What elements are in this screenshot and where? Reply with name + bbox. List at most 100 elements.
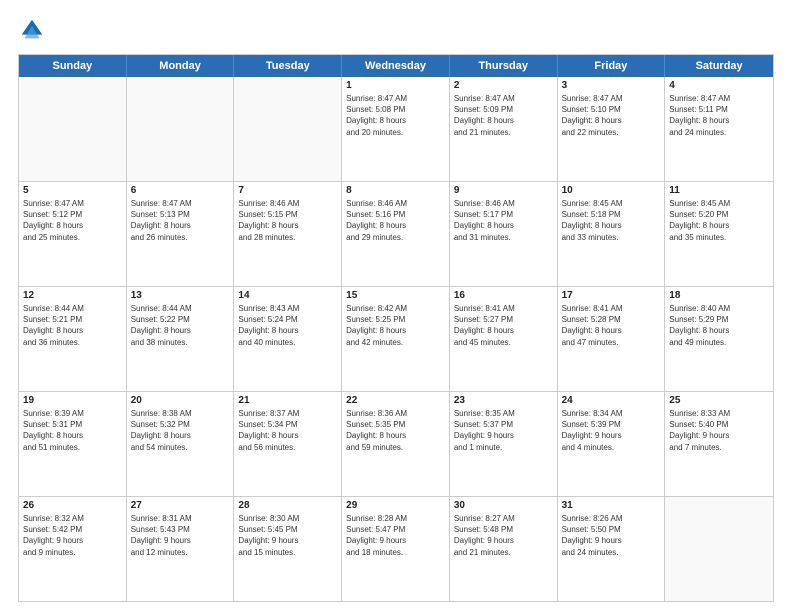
day-number: 29 (346, 500, 445, 511)
day-number: 4 (669, 80, 769, 91)
day-number: 12 (23, 290, 122, 301)
day-number: 9 (454, 185, 553, 196)
day-info: Sunrise: 8:39 AM Sunset: 5:31 PM Dayligh… (23, 408, 122, 453)
day-info: Sunrise: 8:47 AM Sunset: 5:11 PM Dayligh… (669, 93, 769, 138)
day-info: Sunrise: 8:26 AM Sunset: 5:50 PM Dayligh… (562, 513, 661, 558)
day-info: Sunrise: 8:28 AM Sunset: 5:47 PM Dayligh… (346, 513, 445, 558)
day-info: Sunrise: 8:38 AM Sunset: 5:32 PM Dayligh… (131, 408, 230, 453)
header-cell-wednesday: Wednesday (342, 55, 450, 77)
day-cell-6: 6 Sunrise: 8:47 AM Sunset: 5:13 PM Daylig… (127, 182, 235, 286)
day-number: 21 (238, 395, 337, 406)
day-cell-15: 15 Sunrise: 8:42 AM Sunset: 5:25 PM Dayli… (342, 287, 450, 391)
week-row-4: 26 Sunrise: 8:32 AM Sunset: 5:42 PM Dayli… (19, 497, 773, 601)
day-cell-1: 1 Sunrise: 8:47 AM Sunset: 5:08 PM Daylig… (342, 77, 450, 181)
day-number: 15 (346, 290, 445, 301)
day-info: Sunrise: 8:47 AM Sunset: 5:09 PM Dayligh… (454, 93, 553, 138)
day-info: Sunrise: 8:42 AM Sunset: 5:25 PM Dayligh… (346, 303, 445, 348)
header-cell-thursday: Thursday (450, 55, 558, 77)
logo-icon (18, 16, 46, 44)
day-info: Sunrise: 8:47 AM Sunset: 5:13 PM Dayligh… (131, 198, 230, 243)
day-cell-28: 28 Sunrise: 8:30 AM Sunset: 5:45 PM Dayli… (234, 497, 342, 601)
day-cell-23: 23Sunrise: 8:35 AM Sunset: 5:37 PM Dayli… (450, 392, 558, 496)
day-cell-12: 12 Sunrise: 8:44 AM Sunset: 5:21 PM Dayli… (19, 287, 127, 391)
day-number: 22 (346, 395, 445, 406)
day-number: 8 (346, 185, 445, 196)
day-cell-20: 20 Sunrise: 8:38 AM Sunset: 5:32 PM Dayli… (127, 392, 235, 496)
day-info: Sunrise: 8:46 AM Sunset: 5:15 PM Dayligh… (238, 198, 337, 243)
day-cell-22: 22 Sunrise: 8:36 AM Sunset: 5:35 PM Dayli… (342, 392, 450, 496)
day-cell-16: 16Sunrise: 8:41 AM Sunset: 5:27 PM Dayli… (450, 287, 558, 391)
header-cell-sunday: Sunday (19, 55, 127, 77)
day-number: 5 (23, 185, 122, 196)
day-cell-14: 14 Sunrise: 8:43 AM Sunset: 5:24 PM Dayli… (234, 287, 342, 391)
day-cell-2: 2 Sunrise: 8:47 AM Sunset: 5:09 PM Daylig… (450, 77, 558, 181)
day-info: Sunrise: 8:43 AM Sunset: 5:24 PM Dayligh… (238, 303, 337, 348)
day-number: 25 (669, 395, 769, 406)
day-number: 31 (562, 500, 661, 511)
day-info: Sunrise: 8:36 AM Sunset: 5:35 PM Dayligh… (346, 408, 445, 453)
day-number: 17 (562, 290, 661, 301)
day-number: 19 (23, 395, 122, 406)
day-info: Sunrise: 8:47 AM Sunset: 5:08 PM Dayligh… (346, 93, 445, 138)
day-info: Sunrise: 8:31 AM Sunset: 5:43 PM Dayligh… (131, 513, 230, 558)
day-number: 13 (131, 290, 230, 301)
day-info: Sunrise: 8:45 AM Sunset: 5:20 PM Dayligh… (669, 198, 769, 243)
day-info: Sunrise: 8:27 AM Sunset: 5:48 PM Dayligh… (454, 513, 553, 558)
day-cell-10: 10Sunrise: 8:45 AM Sunset: 5:18 PM Dayli… (558, 182, 666, 286)
day-number: 26 (23, 500, 122, 511)
day-cell-26: 26 Sunrise: 8:32 AM Sunset: 5:42 PM Dayli… (19, 497, 127, 601)
day-info: Sunrise: 8:47 AM Sunset: 5:10 PM Dayligh… (562, 93, 661, 138)
day-cell-27: 27 Sunrise: 8:31 AM Sunset: 5:43 PM Dayli… (127, 497, 235, 601)
day-cell-17: 17 Sunrise: 8:41 AM Sunset: 5:28 PM Dayli… (558, 287, 666, 391)
day-info: Sunrise: 8:37 AM Sunset: 5:34 PM Dayligh… (238, 408, 337, 453)
day-info: Sunrise: 8:46 AM Sunset: 5:17 PM Dayligh… (454, 198, 553, 243)
day-cell-4: 4 Sunrise: 8:47 AM Sunset: 5:11 PM Daylig… (665, 77, 773, 181)
day-cell-31: 31 Sunrise: 8:26 AM Sunset: 5:50 PM Dayli… (558, 497, 666, 601)
header-cell-monday: Monday (127, 55, 235, 77)
day-number: 23 (454, 395, 553, 406)
day-cell-5: 5Sunrise: 8:47 AM Sunset: 5:12 PM Daylig… (19, 182, 127, 286)
page: SundayMondayTuesdayWednesdayThursdayFrid… (0, 0, 792, 612)
empty-cell-4-6 (665, 497, 773, 601)
day-info: Sunrise: 8:44 AM Sunset: 5:22 PM Dayligh… (131, 303, 230, 348)
empty-cell-0-2 (234, 77, 342, 181)
day-number: 30 (454, 500, 553, 511)
day-info: Sunrise: 8:46 AM Sunset: 5:16 PM Dayligh… (346, 198, 445, 243)
day-info: Sunrise: 8:33 AM Sunset: 5:40 PM Dayligh… (669, 408, 769, 453)
day-number: 20 (131, 395, 230, 406)
logo (18, 16, 50, 44)
day-cell-11: 11 Sunrise: 8:45 AM Sunset: 5:20 PM Dayli… (665, 182, 773, 286)
day-info: Sunrise: 8:32 AM Sunset: 5:42 PM Dayligh… (23, 513, 122, 558)
calendar-header-row: SundayMondayTuesdayWednesdayThursdayFrid… (19, 55, 773, 77)
week-row-1: 5Sunrise: 8:47 AM Sunset: 5:12 PM Daylig… (19, 182, 773, 287)
header-cell-friday: Friday (558, 55, 666, 77)
calendar: SundayMondayTuesdayWednesdayThursdayFrid… (18, 54, 774, 602)
day-number: 6 (131, 185, 230, 196)
day-info: Sunrise: 8:44 AM Sunset: 5:21 PM Dayligh… (23, 303, 122, 348)
day-cell-3: 3 Sunrise: 8:47 AM Sunset: 5:10 PM Daylig… (558, 77, 666, 181)
day-number: 7 (238, 185, 337, 196)
day-number: 28 (238, 500, 337, 511)
day-number: 1 (346, 80, 445, 91)
day-number: 14 (238, 290, 337, 301)
week-row-0: 1 Sunrise: 8:47 AM Sunset: 5:08 PM Daylig… (19, 77, 773, 182)
day-number: 18 (669, 290, 769, 301)
day-info: Sunrise: 8:45 AM Sunset: 5:18 PM Dayligh… (562, 198, 661, 243)
day-number: 2 (454, 80, 553, 91)
day-cell-19: 19 Sunrise: 8:39 AM Sunset: 5:31 PM Dayli… (19, 392, 127, 496)
day-info: Sunrise: 8:30 AM Sunset: 5:45 PM Dayligh… (238, 513, 337, 558)
day-cell-21: 21 Sunrise: 8:37 AM Sunset: 5:34 PM Dayli… (234, 392, 342, 496)
day-number: 3 (562, 80, 661, 91)
day-cell-25: 25 Sunrise: 8:33 AM Sunset: 5:40 PM Dayli… (665, 392, 773, 496)
day-cell-30: 30 Sunrise: 8:27 AM Sunset: 5:48 PM Dayli… (450, 497, 558, 601)
day-number: 27 (131, 500, 230, 511)
day-cell-8: 8 Sunrise: 8:46 AM Sunset: 5:16 PM Daylig… (342, 182, 450, 286)
day-number: 11 (669, 185, 769, 196)
day-cell-29: 29 Sunrise: 8:28 AM Sunset: 5:47 PM Dayli… (342, 497, 450, 601)
header (18, 16, 774, 44)
empty-cell-0-0 (19, 77, 127, 181)
empty-cell-0-1 (127, 77, 235, 181)
header-cell-tuesday: Tuesday (234, 55, 342, 77)
day-number: 24 (562, 395, 661, 406)
day-info: Sunrise: 8:41 AM Sunset: 5:28 PM Dayligh… (562, 303, 661, 348)
